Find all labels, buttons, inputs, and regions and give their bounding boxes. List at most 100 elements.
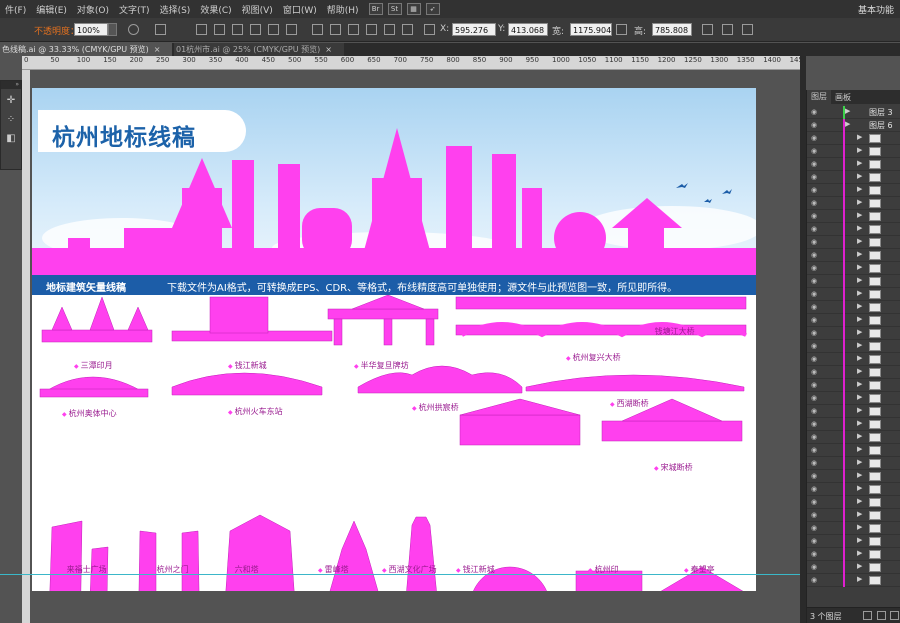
sublayer-row[interactable]: ◉ ▶ xyxy=(807,535,900,548)
tools-panel-header[interactable]: » xyxy=(1,81,21,89)
visibility-eye-icon[interactable]: ◉ xyxy=(811,498,817,506)
align-top-icon[interactable] xyxy=(250,24,261,35)
sublayer-row[interactable]: ◉ ▶ xyxy=(807,457,900,470)
songcheng-landmark[interactable] xyxy=(459,398,743,446)
tab-artboards[interactable]: 画板 xyxy=(831,92,855,103)
visibility-eye-icon[interactable]: ◉ xyxy=(811,342,817,350)
distribute-hcenter-icon[interactable] xyxy=(384,24,395,35)
expand-triangle-icon[interactable]: ▶ xyxy=(857,432,862,440)
menu-view[interactable]: 视图(V) xyxy=(237,3,278,16)
tab-document-1[interactable]: 色线稿.ai @ 33.33% (CMYK/GPU 预览) × xyxy=(0,43,172,56)
constrain-proportions-icon[interactable] xyxy=(616,24,627,35)
distribute-vcenter-icon[interactable] xyxy=(330,24,341,35)
menu-edit[interactable]: 编辑(E) xyxy=(31,3,72,16)
x-input[interactable]: 595.276 xyxy=(452,23,496,36)
sublayer-row[interactable]: ◉ ▶ xyxy=(807,210,900,223)
artboard[interactable]: 杭州地标线稿 地标建筑矢量线稿 下载文件为AI格式，可转换成EPS、CDR、等格… xyxy=(32,88,756,591)
sublayer-row[interactable]: ◉ ▶ xyxy=(807,301,900,314)
east-station-landmark[interactable] xyxy=(171,372,323,396)
horizontal-ruler[interactable]: 0 50 100 150 200 250 300 350 400 450 500 550 600 650 7… xyxy=(22,56,800,70)
sublayer-row[interactable]: ◉ ▶ xyxy=(807,483,900,496)
visibility-eye-icon[interactable]: ◉ xyxy=(811,134,817,142)
opacity-input[interactable]: 100% xyxy=(74,23,108,36)
landmark-grid[interactable] xyxy=(32,295,756,591)
gate-landmark[interactable] xyxy=(138,530,200,591)
expand-triangle-icon[interactable]: ▶ xyxy=(857,497,862,505)
expand-triangle-icon[interactable]: ▶ xyxy=(857,172,862,180)
sublayer-row[interactable]: ◉ ▶ xyxy=(807,197,900,210)
visibility-eye-icon[interactable]: ◉ xyxy=(811,420,817,428)
visibility-eye-icon[interactable]: ◉ xyxy=(811,160,817,168)
delete-layer-icon[interactable] xyxy=(890,611,899,620)
recolor-icon[interactable] xyxy=(128,24,139,35)
vertical-ruler[interactable] xyxy=(22,70,30,623)
sublayer-row[interactable]: ◉ ▶ xyxy=(807,522,900,535)
height-input[interactable]: 785.808 xyxy=(652,23,692,36)
visibility-eye-icon[interactable]: ◉ xyxy=(811,407,817,415)
y-input[interactable]: 413.068 xyxy=(508,23,548,36)
sublayer-row[interactable]: ◉ ▶ xyxy=(807,340,900,353)
sublayer-row[interactable]: ◉ ▶ xyxy=(807,431,900,444)
bridge-button[interactable]: Br xyxy=(368,3,383,15)
sublayer-row[interactable]: ◉ ▶ xyxy=(807,392,900,405)
expand-triangle-icon[interactable]: ▶ xyxy=(857,211,862,219)
sublayer-row[interactable]: ◉ ▶ xyxy=(807,548,900,561)
sublayer-row[interactable]: ◉ ▶ xyxy=(807,561,900,574)
menu-object[interactable]: 对象(O) xyxy=(72,3,114,16)
sublayer-row[interactable]: ◉ ▶ xyxy=(807,366,900,379)
culture-landmark[interactable] xyxy=(402,516,442,591)
visibility-eye-icon[interactable]: ◉ xyxy=(811,459,817,467)
expand-triangle-icon[interactable]: ▶ xyxy=(857,159,862,167)
arrange-icon[interactable] xyxy=(722,24,733,35)
expand-triangle-icon[interactable]: ▶ xyxy=(857,198,862,206)
width-input[interactable]: 1175.904 xyxy=(570,23,612,36)
align-bottom-icon[interactable] xyxy=(286,24,297,35)
expand-triangle-icon[interactable]: ▶ xyxy=(857,458,862,466)
menu-window[interactable]: 窗口(W) xyxy=(278,3,322,16)
expand-triangle-icon[interactable]: ▶ xyxy=(857,133,862,141)
layer-row[interactable]: ◉ ▶ 图层 6 xyxy=(807,119,900,132)
transform-panel-icon[interactable] xyxy=(702,24,713,35)
expand-triangle-icon[interactable]: ▶ xyxy=(857,276,862,284)
distribute-left-icon[interactable] xyxy=(366,24,377,35)
sublayer-row[interactable]: ◉ ▶ xyxy=(807,171,900,184)
new-layer-icon[interactable] xyxy=(877,611,886,620)
workspace-switcher[interactable]: 基本功能 xyxy=(858,3,894,16)
expand-triangle-icon[interactable]: ▶ xyxy=(857,471,862,479)
guide-line[interactable] xyxy=(0,574,800,575)
close-icon[interactable]: × xyxy=(325,45,332,54)
distribute-bottom-icon[interactable] xyxy=(348,24,359,35)
sublayer-row[interactable]: ◉ ▶ xyxy=(807,444,900,457)
layer-name[interactable]: 图层 3 xyxy=(869,107,893,118)
menu-select[interactable]: 选择(S) xyxy=(155,3,196,16)
expand-triangle-icon[interactable]: ▶ xyxy=(857,367,862,375)
sublayer-row[interactable]: ◉ ▶ xyxy=(807,314,900,327)
expand-triangle-icon[interactable]: ▶ xyxy=(857,380,862,388)
sublayer-row[interactable]: ◉ ▶ xyxy=(807,223,900,236)
raffles-landmark[interactable] xyxy=(48,520,109,591)
santan-landmark[interactable] xyxy=(41,296,153,343)
expand-triangle-icon[interactable]: ▶ xyxy=(857,510,862,518)
leifeng-landmark[interactable] xyxy=(314,520,394,591)
qianjiang-landmark[interactable] xyxy=(171,296,333,342)
visibility-eye-icon[interactable]: ◉ xyxy=(811,472,817,480)
visibility-eye-icon[interactable]: ◉ xyxy=(811,199,817,207)
visibility-eye-icon[interactable]: ◉ xyxy=(811,225,817,233)
expand-triangle-icon[interactable]: ▶ xyxy=(857,562,862,570)
stock-button[interactable]: St xyxy=(387,3,402,15)
layer-name[interactable]: 图层 6 xyxy=(869,120,893,131)
visibility-eye-icon[interactable]: ◉ xyxy=(811,303,817,311)
selection-tool-icon[interactable]: ✛ xyxy=(4,94,18,108)
sublayer-row[interactable]: ◉ ▶ xyxy=(807,353,900,366)
expand-triangle-icon[interactable]: ▶ xyxy=(857,419,862,427)
visibility-eye-icon[interactable]: ◉ xyxy=(811,173,817,181)
sublayer-row[interactable]: ◉ ▶ xyxy=(807,158,900,171)
visibility-eye-icon[interactable]: ◉ xyxy=(811,290,817,298)
visibility-eye-icon[interactable]: ◉ xyxy=(811,537,817,545)
layer-row[interactable]: ◉ ▶ 图层 3 xyxy=(807,106,900,119)
expand-triangle-icon[interactable]: ▶ xyxy=(857,224,862,232)
fill-stroke-icon[interactable]: ◧ xyxy=(4,132,18,146)
sublayer-row[interactable]: ◉ ▶ xyxy=(807,145,900,158)
visibility-eye-icon[interactable]: ◉ xyxy=(811,251,817,259)
expand-triangle-icon[interactable]: ▶ xyxy=(857,263,862,271)
